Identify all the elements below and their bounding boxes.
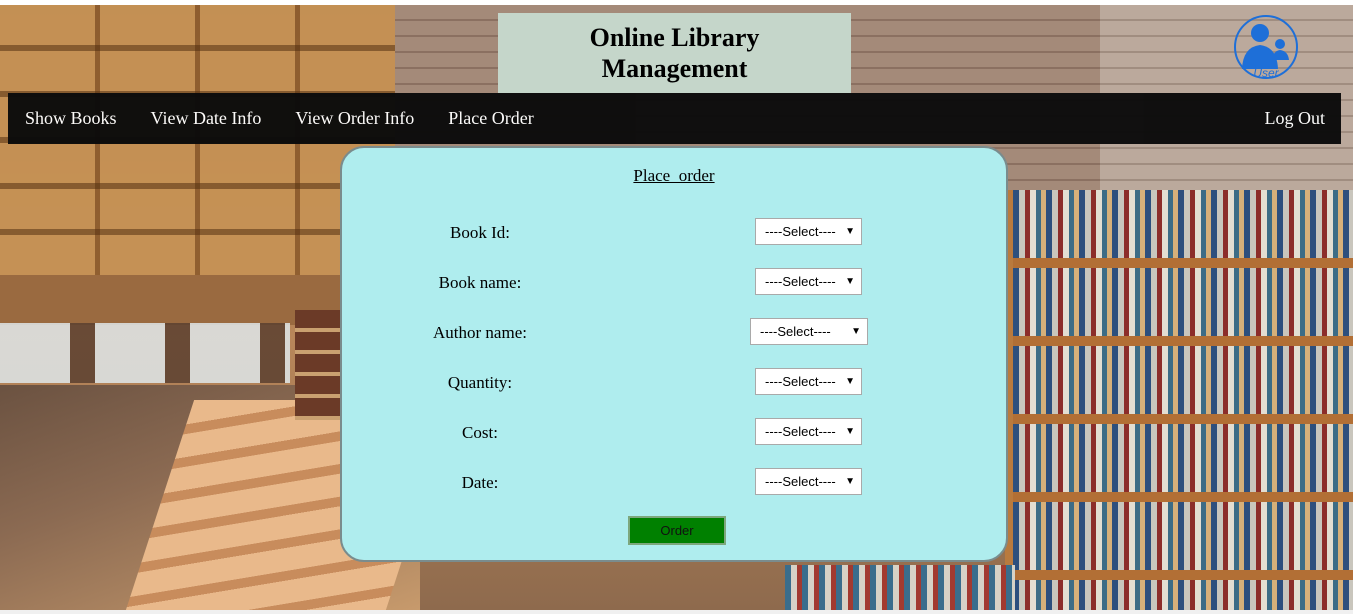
nav-show-books[interactable]: Show Books [8,93,134,144]
quantity-label: Quantity: [447,373,513,392]
nav-view-order-info[interactable]: View Order Info [278,93,431,144]
quantity-select[interactable]: ----Select---- ▼ [755,368,862,395]
book-id-select[interactable]: ----Select---- ▼ [755,218,862,245]
place-order-form: Place_order Book Id: ----Select---- ▼ Boo… [340,146,1008,562]
book-name-label: Book name: [438,273,522,292]
chevron-down-icon: ▼ [845,476,855,487]
site-title-box: Online Library Management [498,13,851,93]
form-row-cost: Cost: ----Select---- ▼ [342,418,1010,448]
form-row-book-name: Book name: ----Select---- ▼ [342,268,1010,298]
cost-select[interactable]: ----Select---- ▼ [755,418,862,445]
date-label: Date: [461,473,499,492]
chevron-down-icon: ▼ [845,376,855,387]
form-row-date: Date: ----Select---- ▼ [342,468,1010,498]
chevron-down-icon: ▼ [845,226,855,237]
date-select[interactable]: ----Select---- ▼ [755,468,862,495]
order-button[interactable]: Order [628,516,726,545]
book-name-select[interactable]: ----Select---- ▼ [755,268,862,295]
form-row-quantity: Quantity: ----Select---- ▼ [342,368,1010,398]
form-row-author-name: Author name: ----Select---- ▼ [342,318,1010,348]
user-icon-label: User [1253,66,1279,80]
main-nav-bar: Show Books View Date Info View Order Inf… [8,93,1341,144]
author-name-select[interactable]: ----Select---- ▼ [750,318,868,345]
chevron-down-icon: ▼ [845,426,855,437]
form-row-book-id: Book Id: ----Select---- ▼ [342,218,1010,248]
site-title: Online Library Management [589,23,760,83]
book-id-label: Book Id: [450,223,510,242]
nav-place-order[interactable]: Place Order [431,93,550,144]
logout-link[interactable]: Log Out [1248,93,1342,144]
cost-label: Cost: [462,423,498,442]
nav-view-date-info[interactable]: View Date Info [134,93,279,144]
chevron-down-icon: ▼ [851,326,861,337]
window-bottom-edge [0,610,1353,614]
form-title: Place_order [633,166,715,185]
user-icon[interactable]: User [1233,12,1299,82]
chevron-down-icon: ▼ [845,276,855,287]
author-name-label: Author name: [433,323,527,342]
